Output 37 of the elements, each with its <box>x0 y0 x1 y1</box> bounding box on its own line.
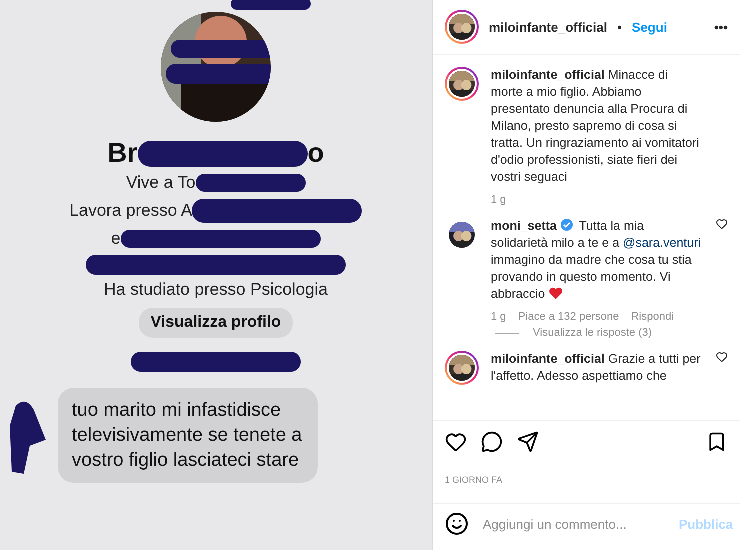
likes-count[interactable]: Piace a 132 persone <box>518 311 620 323</box>
scribble-icon <box>196 172 306 194</box>
comment-icon[interactable] <box>481 431 503 453</box>
profile-info: e <box>111 229 121 249</box>
scribble-icon <box>120 228 321 250</box>
scribble-icon <box>131 350 301 374</box>
username-link[interactable]: miloinfante_official <box>489 20 608 34</box>
caption-text: miloinfante_official Minacce di morte a mio figlio. Abbiamo presentato denuncia alla Procura di Milano, presto sapremo di cosa si tratta. Un ringraziamento ai vomitatori d'odio professionisti, siate fieri dei vostri seguaci <box>491 67 700 186</box>
contact-name: o <box>308 138 324 169</box>
profile-info: Lavora presso A <box>70 201 192 221</box>
separator-dot: • <box>617 20 622 34</box>
scribble-icon <box>231 0 311 12</box>
scribble-icon <box>138 138 308 168</box>
reply-link[interactable]: Rispondi <box>631 311 674 323</box>
scribble-icon <box>192 197 362 225</box>
comment-age: 1 g <box>491 311 506 323</box>
scribble-icon <box>86 253 346 277</box>
view-replies-link[interactable]: Visualizza le risposte (3) <box>533 327 652 339</box>
contact-name: Br <box>108 138 138 169</box>
view-profile-button[interactable]: Visualizza profilo <box>138 308 294 338</box>
like-icon[interactable] <box>716 218 728 230</box>
share-icon[interactable] <box>517 431 539 453</box>
like-icon[interactable] <box>445 431 467 453</box>
heart-emoji-icon <box>549 287 564 300</box>
post-age: 1 g <box>491 194 506 206</box>
profile-info: Vive a To <box>126 173 196 193</box>
profile-info: Ha studiato presso Psicologia <box>104 280 328 300</box>
mention-link[interactable]: @sara.venturi <box>623 236 702 250</box>
more-options-icon[interactable]: ••• <box>714 20 728 34</box>
follow-link[interactable]: Segui <box>632 20 668 34</box>
post-time: 1 GIORNO FA <box>433 459 740 504</box>
comment-text: miloinfante_official Grazie a tutti per l'affetto. Adesso aspettiamo che <box>491 351 702 385</box>
like-icon[interactable] <box>716 351 728 363</box>
verified-icon <box>561 219 573 231</box>
comment-text: moni_setta Tutta la mia solidarietà milo a te e a @sara.venturi immagino da madre che cosa tu stia provando in questo momento. Vi abbraccio <box>491 218 702 303</box>
emoji-icon[interactable] <box>445 512 469 536</box>
message-bubble: tuo marito mi infastidisce televisivamente se tenete a vostro figlio lasciateci stare <box>58 388 318 483</box>
